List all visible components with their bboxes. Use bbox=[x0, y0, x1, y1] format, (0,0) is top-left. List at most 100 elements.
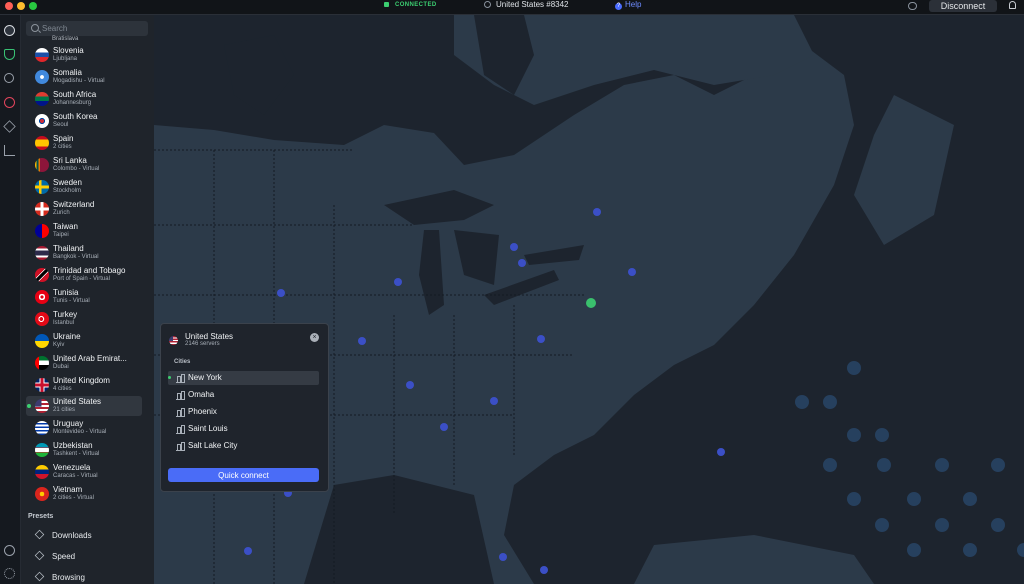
city-item-phoenix[interactable]: Phoenix bbox=[168, 405, 319, 419]
country-item-trinidad-and-tobago[interactable]: Trinidad and Tobago Port of Spain - Virt… bbox=[26, 265, 142, 285]
shield-icon[interactable] bbox=[4, 49, 15, 60]
map-dot bbox=[963, 492, 977, 506]
country-sub: Johannesburg bbox=[53, 100, 92, 106]
country-item-uzbekistan[interactable]: Uzbekistan Tashkent - Virtual bbox=[26, 440, 142, 460]
flag-south-africa-icon bbox=[35, 92, 49, 106]
layers-icon bbox=[34, 571, 45, 582]
country-name: Uruguay bbox=[53, 419, 84, 428]
country-item-vietnam[interactable]: Vietnam 2 cities - Virtual bbox=[26, 484, 142, 504]
map-dot bbox=[795, 395, 809, 409]
country-item-united-kingdom[interactable]: United Kingdom 4 cities bbox=[26, 375, 142, 395]
search-icon bbox=[31, 24, 39, 32]
bay-water bbox=[224, 35, 294, 115]
country-item-turkey[interactable]: Turkey Istanbul bbox=[26, 309, 142, 329]
popup-subtitle: 2146 servers bbox=[185, 341, 220, 347]
preset-label: Speed bbox=[52, 552, 76, 561]
country-name: Sweden bbox=[53, 178, 82, 187]
map-dot bbox=[847, 361, 861, 375]
land-newfoundland bbox=[854, 95, 954, 245]
server-map[interactable] bbox=[154, 15, 1024, 584]
flag-uzbekistan-icon bbox=[35, 443, 49, 457]
flag-spain-icon bbox=[35, 136, 49, 150]
preset-browsing[interactable]: Browsing bbox=[34, 570, 145, 584]
connected-dot bbox=[168, 376, 171, 379]
country-item-south-africa[interactable]: South Africa Johannesburg bbox=[26, 89, 142, 109]
server-marker bbox=[358, 337, 366, 345]
country-item-sweden[interactable]: Sweden Stockholm bbox=[26, 177, 142, 197]
server-marker bbox=[628, 268, 636, 276]
server-marker bbox=[490, 397, 498, 405]
preset-downloads[interactable]: Downloads bbox=[34, 528, 145, 544]
bell-icon[interactable] bbox=[1009, 1, 1016, 9]
city-item-saint-louis[interactable]: Saint Louis bbox=[168, 422, 319, 436]
stats-icon[interactable] bbox=[4, 145, 15, 156]
map-dot bbox=[847, 428, 861, 442]
country-sub: Seoul bbox=[53, 122, 69, 128]
city-icon bbox=[176, 408, 185, 417]
city-item-omaha[interactable]: Omaha bbox=[168, 388, 319, 402]
country-name: Switzerland bbox=[53, 200, 95, 209]
help-link[interactable]: ? Help bbox=[615, 0, 641, 10]
country-name: South Africa bbox=[53, 90, 97, 99]
country-sub: 21 cities bbox=[53, 407, 76, 413]
window-maximize-button[interactable] bbox=[29, 2, 37, 10]
lock-icon bbox=[384, 2, 389, 7]
globe-icon[interactable] bbox=[4, 25, 15, 36]
country-item-spain[interactable]: Spain 2 cities bbox=[26, 133, 142, 153]
country-sub: Istanbul bbox=[53, 320, 75, 326]
city-label: Omaha bbox=[188, 390, 215, 399]
city-label: New York bbox=[188, 373, 222, 382]
map-dot bbox=[907, 492, 921, 506]
flag-ukraine-icon bbox=[35, 334, 49, 348]
search-input[interactable] bbox=[42, 22, 142, 35]
close-icon[interactable]: × bbox=[310, 333, 319, 342]
country-sub: Montevideo - Virtual bbox=[53, 429, 107, 435]
layers-icon[interactable] bbox=[3, 120, 16, 133]
window-minimize-button[interactable] bbox=[17, 2, 25, 10]
preset-speed[interactable]: Speed bbox=[34, 549, 145, 565]
country-item-slovenia[interactable]: Slovenia Ljubljana bbox=[26, 45, 142, 65]
flag-us-icon bbox=[35, 399, 49, 413]
globe-icon bbox=[484, 1, 491, 8]
flag-uae-icon bbox=[35, 356, 49, 370]
help-circle-icon[interactable] bbox=[4, 545, 15, 556]
city-item-salt-lake-city[interactable]: Salt Lake City bbox=[168, 439, 319, 453]
country-item-venezuela[interactable]: Venezuela Caracas - Virtual bbox=[26, 462, 142, 482]
country-item-thailand[interactable]: Thailand Bangkok - Virtual bbox=[26, 243, 142, 263]
country-item-uruguay[interactable]: Uruguay Montevideo - Virtual bbox=[26, 418, 142, 438]
country-name: United Kingdom bbox=[53, 376, 110, 385]
country-item-south-korea[interactable]: South Korea Seoul bbox=[26, 111, 142, 131]
country-item-tunisia[interactable]: Tunisia Tunis - Virtual bbox=[26, 287, 142, 307]
country-name: Ukraine bbox=[53, 332, 81, 341]
country-item-switzerland[interactable]: Switzerland Zurich bbox=[26, 199, 142, 219]
meshnet-icon[interactable] bbox=[4, 73, 14, 83]
server-marker bbox=[540, 566, 548, 574]
threat-protection-icon[interactable] bbox=[908, 2, 917, 10]
country-sub: 4 cities bbox=[53, 386, 72, 392]
country-item-taiwan[interactable]: Taiwan Taipei bbox=[26, 221, 142, 241]
country-popup: United States 2146 servers × Cities New … bbox=[160, 323, 329, 492]
window-close-button[interactable] bbox=[5, 2, 13, 10]
country-sub: Colombo - Virtual bbox=[53, 166, 100, 172]
server-marker bbox=[394, 278, 402, 286]
flag-vietnam-icon bbox=[35, 487, 49, 501]
flag-sweden-icon bbox=[35, 180, 49, 194]
quick-connect-button[interactable]: Quick connect bbox=[168, 468, 319, 482]
city-item-new-york[interactable]: New York bbox=[168, 371, 319, 385]
country-item-somalia[interactable]: Somalia Mogadishu - Virtual bbox=[26, 67, 142, 87]
country-item-united-states[interactable]: United States 21 cities bbox=[26, 396, 142, 416]
target-icon[interactable] bbox=[4, 97, 15, 108]
country-item-ukraine[interactable]: Ukraine Kyiv bbox=[26, 331, 142, 351]
country-name: Sri Lanka bbox=[53, 156, 87, 165]
flag-us-icon bbox=[169, 336, 178, 345]
server-marker bbox=[277, 289, 285, 297]
disconnect-button[interactable]: Disconnect bbox=[929, 0, 997, 12]
title-bar: CONNECTED United States #8342 ? Help Disc… bbox=[0, 0, 1024, 15]
server-marker bbox=[717, 448, 725, 456]
flag-south-korea-icon bbox=[35, 114, 49, 128]
country-item-uae[interactable]: United Arab Emirat... Dubai bbox=[26, 353, 142, 373]
current-server: United States #8342 bbox=[484, 0, 569, 9]
settings-gear-icon[interactable] bbox=[4, 568, 15, 579]
flag-taiwan-icon bbox=[35, 224, 49, 238]
country-item-sri-lanka[interactable]: Sri Lanka Colombo - Virtual bbox=[26, 155, 142, 175]
